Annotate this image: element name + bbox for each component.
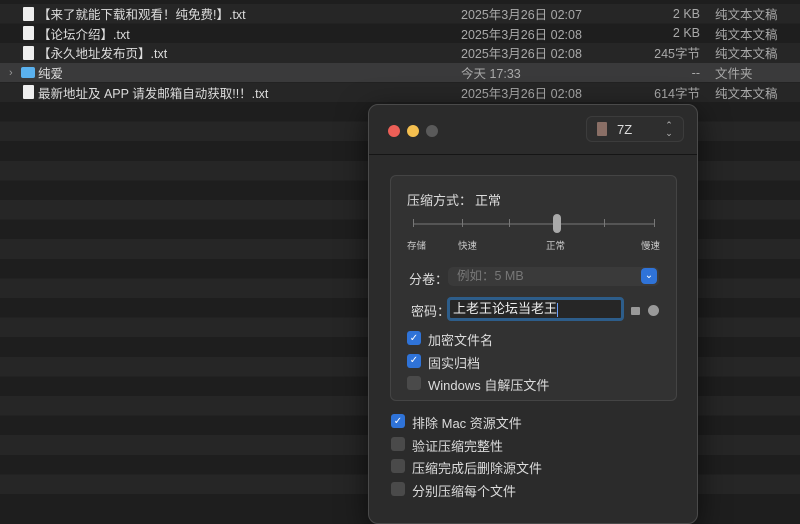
checkmark-icon: ✓	[409, 332, 419, 344]
slider-thumb[interactable]	[553, 214, 561, 233]
checkbox-label: 验证压缩完整性	[412, 438, 504, 454]
checkbox-label: 加密文件名	[428, 333, 494, 348]
lock-icon	[631, 307, 640, 315]
split-placeholder: 例如：5 MB	[457, 269, 524, 283]
file-kind: 纯文本文稿	[715, 86, 778, 101]
file-date: 2025年3月26日 02:08	[461, 47, 582, 62]
slider-label: 存储	[407, 241, 427, 252]
checkbox-label: 固实归档	[428, 355, 481, 371]
slider-tick	[654, 219, 655, 227]
file-name: 纯爱	[38, 67, 64, 82]
file-size: --	[691, 65, 700, 80]
checkbox-label: Windows 自解压文件	[428, 378, 550, 393]
file-kind: 纯文本文稿	[715, 47, 778, 62]
updown-chevron-icon: ⌃⌄	[665, 121, 675, 137]
file-row[interactable]: › 纯爱 今天 17:33 -- 文件夹	[0, 62, 800, 83]
file-kind: 文件夹	[715, 67, 753, 82]
checkbox-label: 分别压缩每个文件	[412, 483, 517, 499]
minimize-button[interactable]	[407, 125, 419, 137]
file-row[interactable]: 【来了就能下载和观看！纯免费!】.txt 2025年3月26日 02:07 2 …	[0, 4, 800, 24]
text-file-icon	[23, 85, 34, 100]
checkbox-label: 压缩完成后删除源文件	[412, 461, 543, 476]
checkbox[interactable]: ✓	[407, 353, 421, 368]
file-name: 【来了就能下载和观看！纯免费!】.txt	[38, 8, 246, 23]
folder-icon	[21, 67, 35, 79]
file-date: 2025年3月26日 02:07	[461, 8, 582, 23]
dialog-titlebar: 7Z ⌃⌄	[369, 105, 697, 155]
chevron-down-icon[interactable]: ⌄	[641, 268, 657, 284]
file-size: 614字节	[654, 86, 700, 101]
slider-label: 慢速	[641, 241, 661, 252]
disclosure-chevron-icon[interactable]: ›	[9, 67, 13, 79]
split-label: 分卷：	[409, 272, 449, 287]
method-label: 压缩方式：	[407, 193, 473, 208]
text-file-icon	[23, 6, 34, 21]
close-button[interactable]	[388, 125, 400, 137]
method-value: 正常	[475, 193, 502, 208]
text-file-icon	[23, 26, 34, 41]
zoom-button[interactable]	[426, 125, 438, 137]
file-name: 最新地址及 APP 请发邮箱自动获取!!！.txt	[38, 86, 269, 101]
password-input[interactable]: 上老王论坛当老王	[447, 297, 624, 321]
file-row[interactable]: 【永久地址发布页】.txt 2025年3月26日 02:08 245字节 纯文本…	[0, 43, 800, 63]
options-group: 压缩方式： 正常 存储 快速 正常 慢速 分卷： 例如：5 MB ⌄ 密码： 上…	[390, 175, 677, 401]
format-selector[interactable]: 7Z ⌃⌄	[586, 116, 684, 142]
password-label: 密码：	[411, 304, 451, 319]
file-name: 【永久地址发布页】.txt	[38, 47, 168, 62]
file-date: 2025年3月26日 02:08	[461, 27, 582, 42]
slider-tick	[509, 219, 510, 227]
checkbox-label: 排除 Mac 资源文件	[412, 416, 522, 431]
checkbox[interactable]	[391, 459, 405, 473]
compress-dialog: 7Z ⌃⌄ 压缩方式： 正常 存储 快速 正常 慢速 分卷： 例如：5 MB ⌄…	[368, 104, 698, 524]
checkbox[interactable]	[391, 436, 405, 451]
slider-label: 快速	[458, 241, 478, 252]
file-name: 【论坛介绍】.txt	[38, 27, 130, 42]
file-row[interactable]: 【论坛介绍】.txt 2025年3月26日 02:08 2 KB 纯文本文稿	[0, 24, 800, 44]
checkmark-icon: ✓	[393, 415, 403, 427]
file-size: 2 KB	[672, 26, 700, 41]
file-date: 今天 17:33	[461, 67, 521, 82]
text-file-icon	[23, 45, 34, 60]
slider-tick	[462, 219, 463, 227]
slider-tick	[413, 219, 414, 227]
checkbox[interactable]: ✓	[391, 414, 405, 428]
file-row[interactable]: 最新地址及 APP 请发邮箱自动获取!!！.txt 2025年3月26日 02:…	[0, 82, 800, 102]
password-value: 上老王论坛当老王	[453, 301, 558, 316]
file-kind: 纯文本文稿	[715, 27, 778, 42]
format-label: 7Z	[617, 121, 633, 137]
checkbox[interactable]	[407, 376, 421, 390]
slider-label: 正常	[546, 241, 566, 252]
split-volume-select[interactable]: 例如：5 MB ⌄	[448, 267, 659, 286]
archive-icon	[597, 122, 607, 136]
file-kind: 纯文本文稿	[715, 8, 778, 23]
checkmark-icon: ✓	[409, 355, 419, 366]
checkbox[interactable]: ✓	[407, 331, 421, 345]
eye-icon[interactable]	[648, 305, 659, 316]
file-size: 245字节	[654, 47, 700, 62]
slider-tick	[604, 219, 605, 227]
slider-track	[413, 223, 655, 225]
file-date: 2025年3月26日 02:08	[461, 86, 582, 101]
checkbox[interactable]	[391, 481, 405, 496]
file-size: 2 KB	[672, 6, 700, 21]
